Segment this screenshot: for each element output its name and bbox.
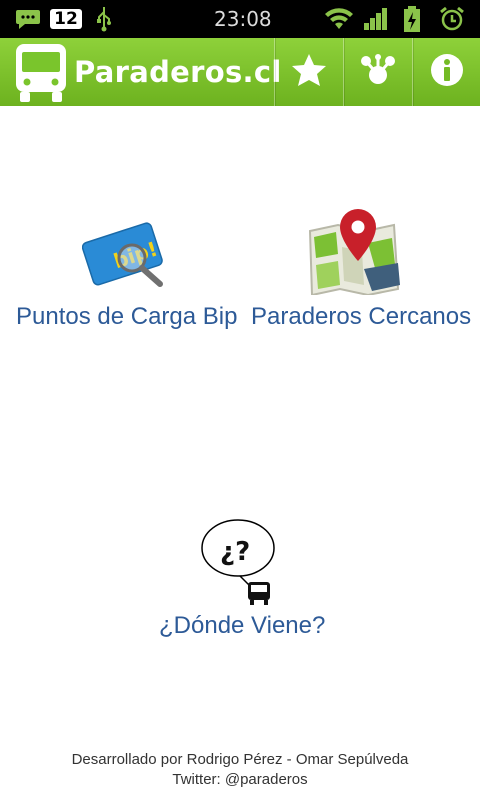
network-button[interactable]	[343, 38, 412, 106]
signal-icon	[362, 0, 390, 38]
info-button[interactable]	[412, 38, 480, 106]
bubble-question-text: ¿?	[220, 537, 250, 567]
nearby-label: Paraderos Cercanos	[251, 303, 472, 330]
usb-icon	[92, 0, 116, 38]
map-pin-icon	[306, 207, 400, 297]
favorites-button[interactable]	[274, 38, 343, 106]
nearby-tile[interactable]: Paraderos Cercanos	[248, 205, 474, 340]
bus-logo-icon[interactable]	[12, 42, 70, 104]
network-icon	[360, 53, 396, 91]
chat-bubble-icon	[14, 0, 42, 38]
battery-icon	[400, 0, 424, 38]
app-title: Paraderos.cl	[74, 55, 282, 89]
twitter-link[interactable]: Twitter: @paraderos	[0, 771, 480, 788]
status-bar: 12 23:08	[0, 0, 480, 38]
credits-text: Desarrollado por Rodrigo Pérez - Omar Se…	[71, 751, 409, 768]
notification-count: 12	[50, 9, 82, 29]
bip-tile[interactable]: bip! Puntos de Carga Bip	[10, 210, 240, 340]
wifi-icon	[324, 0, 354, 38]
bus-question-icon: ¿?	[200, 518, 280, 608]
info-icon	[430, 53, 464, 91]
star-icon	[291, 53, 327, 91]
where-label: ¿Dónde Viene?	[159, 612, 326, 639]
clock-time: 23:08	[214, 7, 272, 31]
where-tile[interactable]: ¿? ¿Dónde Viene?	[140, 515, 340, 645]
bip-card-search-icon: bip!	[81, 218, 172, 288]
alarm-icon	[438, 0, 466, 38]
bip-label: Puntos de Carga Bip	[16, 303, 238, 330]
